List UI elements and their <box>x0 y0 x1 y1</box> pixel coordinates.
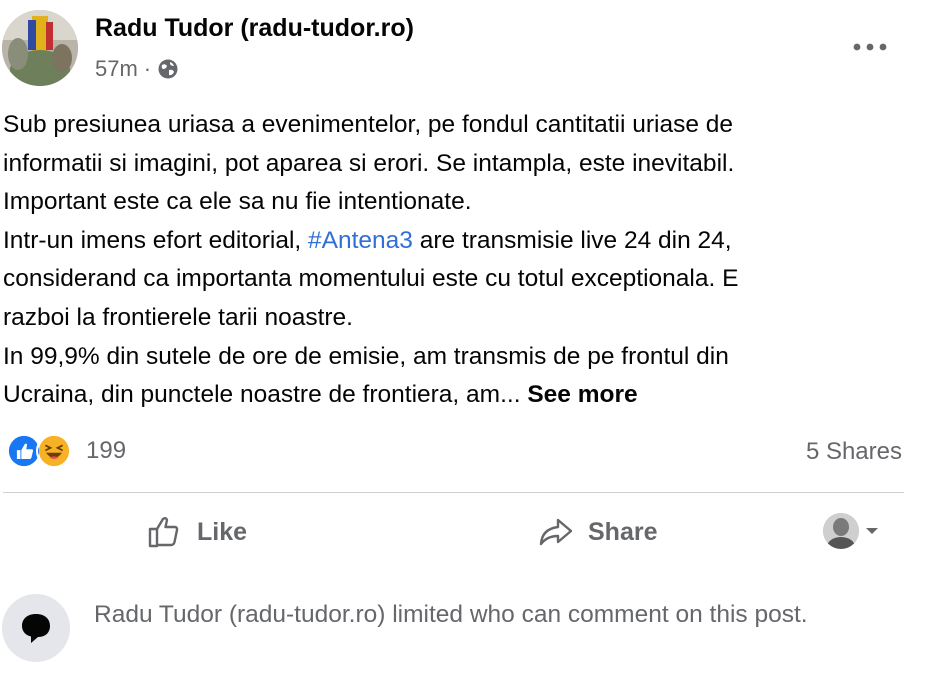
more-horizontal-icon <box>853 43 887 51</box>
share-label: Share <box>588 517 658 546</box>
author-avatar[interactable] <box>2 10 78 86</box>
divider <box>3 492 904 493</box>
post-text-segment: Intr-un imens efort editorial, <box>3 226 309 254</box>
post-timestamp[interactable]: 57m <box>95 56 138 82</box>
post-text-line: considerand ca importanta momentului est… <box>3 265 739 293</box>
thumbs-up-icon <box>148 517 179 548</box>
post-text-line: Important este ca ele sa nu fie intentio… <box>3 188 472 216</box>
comment-limit-notice: Radu Tudor (radu-tudor.ro) limited who c… <box>94 601 808 628</box>
like-label: Like <box>197 517 248 546</box>
author-name[interactable]: Radu Tudor (radu-tudor.ro) <box>95 14 414 43</box>
caret-down-icon <box>866 528 878 534</box>
post-text-line: Ucraina, din punctele noastre de frontie… <box>3 376 903 415</box>
share-button[interactable]: Share <box>538 508 657 556</box>
share-arrow-icon <box>539 518 573 546</box>
reaction-count: 199 <box>86 437 127 464</box>
post-text-line: Intr-un imens efort editorial, #Antena3 … <box>3 222 903 261</box>
post-text-segment: are transmisie live 24 din 24, <box>412 226 732 254</box>
like-button[interactable]: Like <box>147 508 247 556</box>
post-text-line: informatii si imagini, pot aparea si ero… <box>3 149 735 177</box>
meta-separator: · <box>143 56 152 81</box>
avatar-image <box>2 10 78 86</box>
haha-reaction-icon <box>36 433 72 469</box>
post-text-line: razboi la frontierele tarii noastre. <box>3 303 353 331</box>
post-meta: 57m · <box>95 56 179 82</box>
post-body: Sub presiunea uriasa a evenimentelor, pe… <box>3 106 903 415</box>
comment-limited-icon-wrap <box>2 594 70 662</box>
globe-icon[interactable] <box>157 58 179 80</box>
more-options-button[interactable] <box>848 30 892 64</box>
post-text-line: In 99,9% din sutele de ore de emisie, am… <box>3 342 729 370</box>
reactions-summary[interactable]: 199 <box>6 433 126 469</box>
shares-count[interactable]: 5 Shares <box>806 438 902 466</box>
see-more-link[interactable]: See more <box>527 381 637 408</box>
post-text-line: Sub presiunea uriasa a evenimentelor, pe… <box>3 111 734 138</box>
post-text-segment: Ucraina, din punctele noastre de frontie… <box>3 381 528 409</box>
hashtag-link[interactable]: #Antena3 <box>308 227 413 254</box>
profile-avatar <box>823 513 859 549</box>
comment-bubble-icon <box>22 614 50 643</box>
react-as-selector[interactable] <box>823 513 879 549</box>
